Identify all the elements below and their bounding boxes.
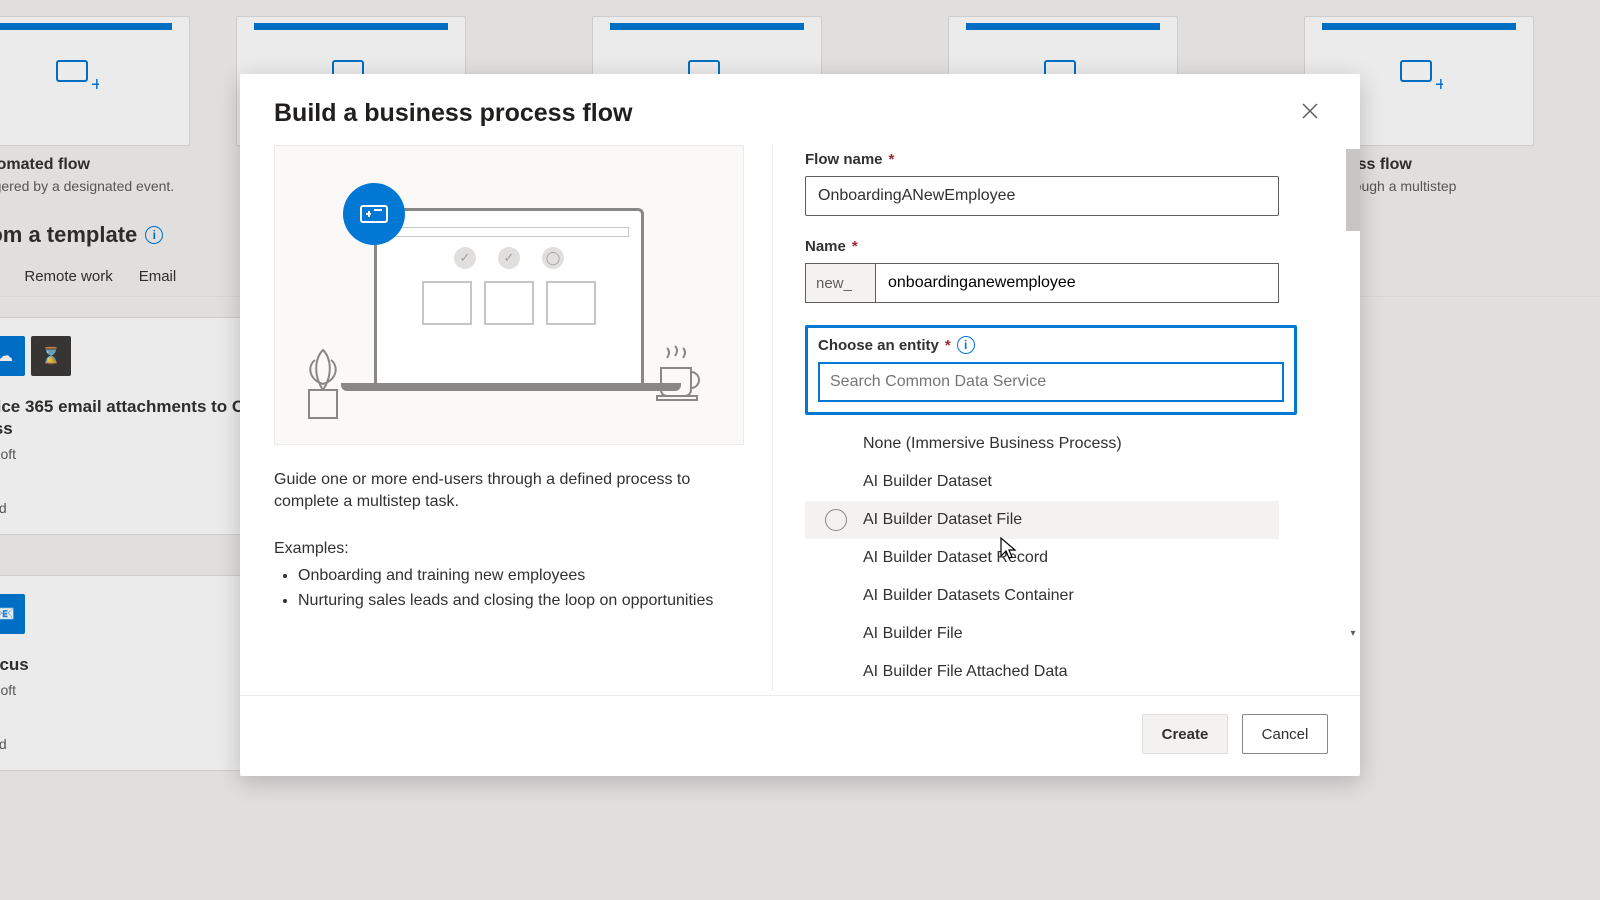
- radio-icon: [825, 509, 847, 531]
- name-prefix: new_: [805, 263, 875, 303]
- required-star: *: [945, 337, 951, 354]
- entity-option[interactable]: AI Builder Dataset Record: [805, 539, 1279, 577]
- close-button[interactable]: [1294, 98, 1326, 129]
- required-star: *: [889, 151, 895, 168]
- business-process-flow-modal: Build a business process flow: [240, 74, 1360, 776]
- required-star: *: [852, 238, 858, 255]
- info-icon[interactable]: i: [957, 336, 975, 354]
- form-panel: Flow name * Name * new_: [772, 145, 1360, 691]
- cancel-button[interactable]: Cancel: [1242, 714, 1328, 754]
- entity-option-label: AI Builder File Attached Data: [863, 663, 1068, 681]
- close-icon: [1302, 103, 1318, 119]
- entity-option-label: AI Builder File: [863, 625, 963, 643]
- entity-option[interactable]: AI Builder File: [805, 615, 1279, 653]
- modal-title: Build a business process flow: [274, 99, 632, 128]
- entity-label: Choose an entity: [818, 337, 939, 354]
- entity-option-label: AI Builder Dataset File: [863, 511, 1022, 529]
- name-input[interactable]: [875, 263, 1279, 303]
- name-label: Name: [805, 238, 846, 255]
- scrollbar-thumb[interactable]: [1346, 149, 1360, 231]
- example-item: Nurturing sales leads and closing the lo…: [298, 589, 744, 614]
- entity-option[interactable]: None (Immersive Business Process): [805, 425, 1279, 463]
- illustration-panel: ✓✓◯ Guide on: [274, 145, 772, 691]
- modal-overlay: Build a business process flow: [0, 0, 1600, 900]
- choose-entity-section: Choose an entity * i: [805, 325, 1297, 415]
- laptop-icon: ✓✓◯: [374, 208, 644, 383]
- entity-option[interactable]: AI Builder Dataset File: [805, 501, 1279, 539]
- entity-option-label: AI Builder Dataset Record: [863, 549, 1048, 567]
- cup-icon: [655, 344, 709, 404]
- process-illustration: ✓✓◯: [274, 145, 744, 445]
- entity-option-label: AI Builder Datasets Container: [863, 587, 1074, 605]
- create-button[interactable]: Create: [1142, 714, 1228, 754]
- examples-label: Examples:: [274, 540, 744, 558]
- guide-description: Guide one or more end-users through a de…: [274, 469, 744, 514]
- scroll-down-icon[interactable]: ▾: [1346, 625, 1360, 641]
- entity-search-input[interactable]: [818, 362, 1284, 402]
- entity-option[interactable]: AI Builder Datasets Container: [805, 577, 1279, 615]
- plant-icon: [293, 340, 353, 420]
- entity-option-label: AI Builder Dataset: [863, 473, 992, 491]
- entity-option[interactable]: AI Builder Dataset: [805, 463, 1279, 501]
- entity-option[interactable]: AI Builder File Attached Data: [805, 653, 1279, 691]
- entity-option-label: None (Immersive Business Process): [863, 435, 1122, 453]
- flow-name-input[interactable]: [805, 176, 1279, 216]
- example-item: Onboarding and training new employees: [298, 564, 744, 589]
- flow-badge-icon: [343, 183, 405, 245]
- flow-name-label: Flow name: [805, 151, 883, 168]
